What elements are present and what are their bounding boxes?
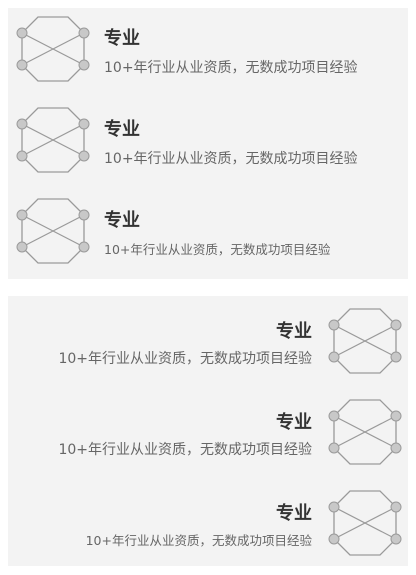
hexagon-network-icon (328, 397, 402, 467)
feature-title: 专业 (276, 321, 312, 342)
feature-description: 10+年行业从业资质，无数成功项目经验 (85, 533, 312, 548)
feature-title: 专业 (104, 119, 140, 140)
feature-description: 10+年行业从业资质，无数成功项目经验 (58, 442, 312, 458)
feature-description: 10+年行业从业资质，无数成功项目经验 (58, 351, 312, 367)
feature-item: 专业 10+年行业从业资质，无数成功项目经验 (8, 484, 408, 574)
feature-title: 专业 (104, 210, 140, 231)
feature-item: 专业 10+年行业从业资质，无数成功项目经验 (8, 99, 408, 189)
feature-item: 专业 10+年行业从业资质，无数成功项目经验 (8, 190, 408, 280)
feature-title: 专业 (276, 412, 312, 433)
feature-item: 专业 10+年行业从业资质，无数成功项目经验 (8, 302, 408, 392)
feature-description: 10+年行业从业资质，无数成功项目经验 (104, 60, 358, 76)
hexagon-network-icon (328, 306, 402, 376)
hexagon-network-icon (16, 105, 90, 175)
hexagon-network-icon (328, 488, 402, 558)
feature-description: 10+年行业从业资质，无数成功项目经验 (104, 242, 331, 257)
feature-title: 专业 (276, 503, 312, 524)
feature-description: 10+年行业从业资质，无数成功项目经验 (104, 151, 358, 167)
hexagon-network-icon (16, 196, 90, 266)
feature-title: 专业 (104, 28, 140, 49)
feature-item: 专业 10+年行业从业资质，无数成功项目经验 (8, 393, 408, 483)
feature-item: 专业 10+年行业从业资质，无数成功项目经验 (8, 8, 408, 98)
feature-panel-top: 专业 10+年行业从业资质，无数成功项目经验 专业 10+年行业从业资质，无数成… (8, 8, 408, 279)
feature-panel-bottom: 专业 10+年行业从业资质，无数成功项目经验 专业 10+年行业从业资质，无数成… (8, 296, 408, 566)
hexagon-network-icon (16, 14, 90, 84)
